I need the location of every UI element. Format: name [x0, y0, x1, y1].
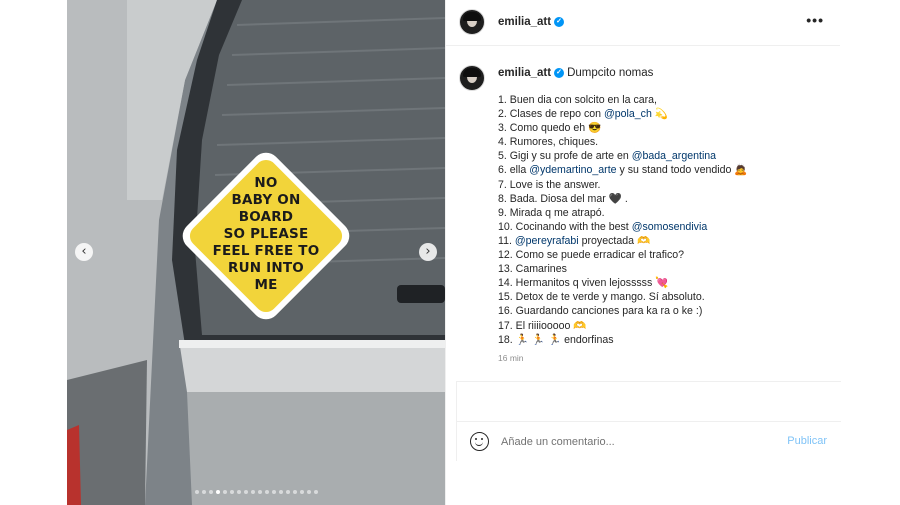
caption-text: 18. 🏃 🏃 🏃 endorfinas	[498, 333, 614, 346]
mention-link[interactable]: @bada_argentina	[632, 150, 716, 162]
carousel-next-button[interactable]: ›	[419, 243, 437, 261]
avatar[interactable]	[459, 9, 485, 35]
comment-input[interactable]	[501, 432, 781, 452]
caption-text: 10. Cocinando with the best	[498, 220, 632, 233]
carousel-dot	[285, 490, 290, 494]
caption-text: 6. ella	[498, 164, 530, 177]
caption-line: 1. Buen dia con solcito en la cara,	[498, 93, 828, 107]
caption-title: Dumpcito nomas	[567, 67, 654, 79]
sticker-line: FEEL FREE TO	[212, 243, 320, 259]
caption-line: 10. Cocinando with the best @somosendivi…	[498, 220, 828, 234]
more-options-icon[interactable]: •••	[806, 12, 824, 28]
caption-text: 13. Camarines	[498, 263, 567, 276]
caption-text: 11.	[498, 234, 515, 247]
caption-line: 11. @pereyrafabi proyectada 🫶	[498, 234, 828, 248]
caption-text: 5. Gigi y su profe de arte en	[498, 150, 632, 163]
carousel-dot	[222, 490, 227, 494]
caption-text: 7. Love is the answer.	[498, 178, 601, 191]
carousel-dot	[313, 490, 318, 494]
caption-text: 15. Detox de te verde y mango. Sí absolu…	[498, 291, 705, 304]
caption-header: emilia_att ✓ Dumpcito nomas	[498, 67, 653, 79]
post-photo[interactable]: NO BABY ON BOARD SO PLEASE FEEL FREE TO …	[67, 0, 445, 505]
carousel-dot	[257, 490, 262, 494]
sticker-line: RUN INTO	[228, 260, 304, 276]
carousel-dot	[250, 490, 255, 494]
caption-text: 4. Rumores, chiques.	[498, 136, 599, 149]
carousel-dot	[208, 490, 213, 494]
header-username[interactable]: emilia_att ✓	[498, 16, 565, 28]
carousel-dot	[271, 490, 276, 494]
caption-line: 7. Love is the answer.	[498, 178, 828, 192]
caption-lines: 1. Buen dia con solcito en la cara, 2. Cl…	[498, 93, 828, 347]
carousel-dot	[215, 490, 220, 494]
caption-text: 3. Como quedo eh 😎	[498, 122, 602, 135]
caption-line: 8. Bada. Diosa del mar 🖤 .	[498, 192, 828, 206]
caption-text: y su stand todo vendido 🙇	[616, 164, 748, 177]
post-time[interactable]: 16 min	[498, 353, 524, 363]
caption-text: 9. Mirada q me atrapó.	[498, 206, 605, 219]
carousel-dot	[201, 490, 206, 494]
caption-text: 💫	[651, 108, 669, 121]
mention-link[interactable]: @somosendivia	[632, 221, 708, 233]
caption-line: 12. Como se puede erradicar el trafico?	[498, 248, 828, 262]
caption-username[interactable]: emilia_att	[498, 67, 551, 79]
comment-bar: Publicar	[457, 421, 841, 461]
caption-line: 16. Guardando canciones para ka ra o ke …	[498, 304, 828, 318]
mention-link[interactable]: @pola_ch	[604, 108, 652, 120]
carousel-dot	[229, 490, 234, 494]
carousel-dot	[292, 490, 297, 494]
carousel-dot	[278, 490, 283, 494]
caption-line: 14. Hermanitos q viven lejosssss 💘	[498, 276, 828, 290]
caption-line: 18. 🏃 🏃 🏃 endorfinas	[498, 333, 828, 347]
caption-line: 17. El riiiiooooo 🫶	[498, 319, 828, 333]
caption-line: 13. Camarines	[498, 262, 828, 276]
sticker-text: NO BABY ON BOARD SO PLEASE FEEL FREE TO …	[202, 175, 330, 294]
caption-text: proyectada 🫶	[578, 234, 651, 247]
sticker-line: BABY ON	[231, 192, 301, 208]
carousel-dot	[243, 490, 248, 494]
caption-text: 8. Bada. Diosa del mar 🖤 .	[498, 192, 628, 205]
sticker-line: SO PLEASE	[223, 226, 309, 242]
caption-text: 12. Como se puede erradicar el trafico?	[498, 249, 685, 262]
caption-text: 2. Clases de repo con	[498, 108, 604, 121]
caption-line: 5. Gigi y su profe de arte en @bada_arge…	[498, 149, 828, 163]
post-side-panel: emilia_att ✓ ••• emilia_att ✓ Dumpcito noma…	[445, 0, 841, 505]
carousel-dot	[236, 490, 241, 494]
carousel-dots	[67, 490, 445, 494]
username-text[interactable]: emilia_att	[498, 16, 551, 28]
caption-avatar[interactable]	[459, 65, 485, 91]
carousel-dot	[194, 490, 199, 494]
sticker-line: ME	[254, 277, 278, 293]
mention-link[interactable]: @pereyrafabi	[515, 235, 579, 247]
sticker-line: NO	[254, 175, 278, 191]
caption-text: 17. El riiiiooooo 🫶	[498, 319, 587, 332]
publish-button[interactable]: Publicar	[787, 435, 827, 447]
verified-badge-icon: ✓	[554, 16, 565, 27]
caption-text: 14. Hermanitos q viven lejosssss 💘	[498, 277, 669, 290]
emoji-picker-icon[interactable]	[470, 432, 489, 451]
caption-text: 16. Guardando canciones para ka ra o ke …	[498, 305, 703, 318]
caption-text: 1. Buen dia con solcito en la cara,	[498, 94, 658, 106]
carousel-prev-button[interactable]: ‹	[75, 243, 93, 261]
caption-line: 9. Mirada q me atrapó.	[498, 206, 828, 220]
caption-line: 2. Clases de repo con @pola_ch 💫	[498, 107, 828, 121]
caption-area: emilia_att ✓ Dumpcito nomas 1. Buen dia co…	[446, 46, 840, 381]
mention-link[interactable]: @ydemartino_arte	[529, 164, 616, 176]
caption-line: 6. ella @ydemartino_arte y su stand todo…	[498, 163, 828, 177]
carousel-dot	[299, 490, 304, 494]
caption-line: 3. Como quedo eh 😎	[498, 121, 828, 135]
post-actions-area: Publicar	[456, 381, 841, 461]
carousel-dot	[306, 490, 311, 494]
carousel-dot	[264, 490, 269, 494]
sticker-line: BOARD	[238, 209, 294, 225]
caption-line: 4. Rumores, chiques.	[498, 135, 828, 149]
caption-line: 15. Detox de te verde y mango. Sí absolu…	[498, 290, 828, 304]
post-header: emilia_att ✓ •••	[446, 0, 840, 46]
verified-badge-icon: ✓	[554, 67, 565, 78]
